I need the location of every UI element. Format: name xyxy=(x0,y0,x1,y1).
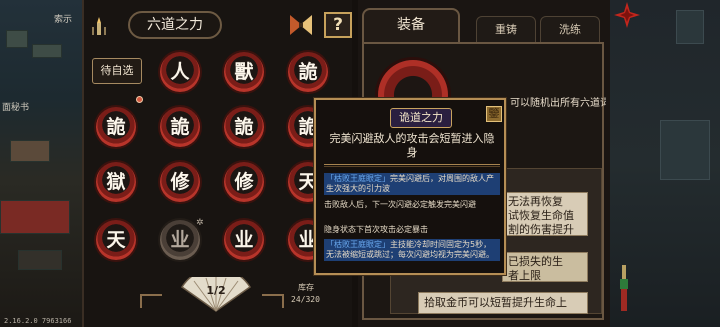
candle-icon xyxy=(90,15,108,37)
frame-corner-ornament xyxy=(140,294,162,308)
scene-tile xyxy=(6,30,28,48)
affix-card[interactable]: 已损失的生 者上限 xyxy=(502,252,588,282)
scene-tile xyxy=(660,120,710,180)
scene-tile xyxy=(0,200,70,234)
tooltip-effect-line: 「枯败王庭眼定」主技能冷却时间固定为5秒，无法被缩短或跳过；每次闪避均视为完美闪… xyxy=(324,239,500,261)
tab-refine[interactable]: 洗练 xyxy=(540,16,600,44)
panel-title: 六道之力 xyxy=(128,11,222,39)
rune-token[interactable]: 人 xyxy=(160,52,200,92)
tab-reforge[interactable]: 重铸 xyxy=(476,16,536,44)
rune-token[interactable]: 詭 xyxy=(160,107,200,147)
panel-header: 六道之力 ? xyxy=(88,9,352,41)
effect-key: 「枯败王庭眼定」 xyxy=(326,174,390,183)
affix-text: 无法再恢复 xyxy=(508,195,563,208)
effect-text: 隐身状态下首次攻击必定暴击 xyxy=(324,225,428,234)
scene-top-label: 索示 xyxy=(54,15,73,25)
affix-text: 拾取金币可以短暂提升生命上 xyxy=(424,296,567,309)
rune-token[interactable]: 獄 xyxy=(96,162,136,202)
tooltip-divider xyxy=(324,164,500,167)
affix-text: 者上限 xyxy=(508,269,541,282)
rune-token[interactable]: 修 xyxy=(224,162,264,202)
notification-dot xyxy=(136,96,143,103)
affix-text: 割的伤害提升 xyxy=(508,223,574,236)
tooltip-effect-line: 击败敌人后，下一次闪避必定触发完美闪避 xyxy=(324,200,500,210)
filter-pending-button[interactable]: 待自选 xyxy=(92,58,142,84)
rune-token[interactable]: 獸 xyxy=(224,52,264,92)
rune-token-locked[interactable]: 业 xyxy=(160,220,200,260)
effect-text: 击败敌人后，下一次闪避必定触发完美闪避 xyxy=(324,200,476,209)
scene-tile xyxy=(10,140,50,162)
affix-card[interactable]: 无法再恢复 试恢复生命值 割的伤害提升 xyxy=(502,192,588,236)
scene-tile xyxy=(18,250,62,270)
equipment-description: 可以随机出所有六道词条 xyxy=(510,98,606,109)
sort-icon xyxy=(290,15,312,35)
stock-value: 24/320 xyxy=(291,295,320,304)
scene-side-label: 面秘书 xyxy=(2,103,30,113)
page-indicator: 1/2 xyxy=(206,284,226,297)
tab-equip[interactable]: 装备 xyxy=(362,8,460,42)
rune-token[interactable]: 詭 xyxy=(96,107,136,147)
close-icon[interactable] xyxy=(614,2,640,28)
scene-tile xyxy=(32,44,62,58)
affix-text: 已损失的生 xyxy=(508,255,563,268)
affix-card[interactable]: 拾取金币可以短暂提升生命上 xyxy=(418,292,588,314)
frame-corner-ornament xyxy=(262,294,284,308)
rune-token[interactable]: 业 xyxy=(224,220,264,260)
rune-token[interactable]: 修 xyxy=(160,162,200,202)
tooltip-effect-line: 「枯败王庭眼定」完美闪避后，对周围的敌人产生次强大的引力波 xyxy=(324,173,500,195)
help-button[interactable]: ? xyxy=(324,12,352,38)
stock-label: 库存 xyxy=(298,283,314,292)
rune-token[interactable]: 天 xyxy=(96,220,136,260)
tooltip-title: 诡道之力 xyxy=(390,108,452,128)
effect-key: 「枯败王庭眼定」 xyxy=(326,240,390,249)
tooltip-appraise-button[interactable]: 鑒 xyxy=(486,106,502,122)
sparkle-icon: ✲ xyxy=(196,218,204,228)
sort-toggle-button[interactable] xyxy=(288,13,314,37)
rune-token[interactable]: 詭 xyxy=(224,107,264,147)
rune-token[interactable]: 詭 xyxy=(288,52,328,92)
tooltip-effect-line: 隐身状态下首次攻击必定暴击 xyxy=(324,225,500,235)
game-scene-background: 索示 面秘书 2.16.2.0 7963166 xyxy=(0,0,82,327)
tooltip-description: 完美闪避敌人的攻击会短暂进入隐身 xyxy=(329,132,495,159)
scene-tile xyxy=(676,10,704,44)
version-label: 2.16.2.0 7963166 xyxy=(4,317,72,325)
affix-text: 试恢复生命值 xyxy=(508,209,574,222)
rune-tooltip: 诡道之力 鑒 完美闪避敌人的攻击会短暂进入隐身 「枯败王庭眼定」完美闪避后，对周… xyxy=(314,98,506,275)
tassel-icon xyxy=(620,265,628,311)
